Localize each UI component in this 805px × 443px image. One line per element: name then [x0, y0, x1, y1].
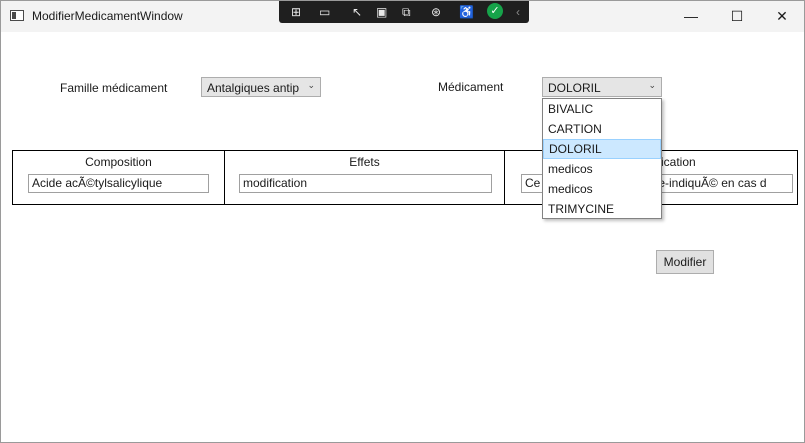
medicament-combobox[interactable]: DOLORIL ⌄ — [542, 77, 662, 97]
chevron-down-icon: ⌄ — [648, 80, 656, 90]
live-visual-tree-icon[interactable]: ⊞ — [291, 4, 301, 20]
debug-toolbar: ⊞ ▭ ↖ ▣ ⧉ ⊛ ♿ ✓ ‹ — [279, 1, 529, 23]
app-window: ModifierMedicamentWindow ⊞ ▭ ↖ ▣ ⧉ ⊛ ♿ ✓… — [0, 0, 805, 443]
famille-combobox[interactable]: Antalgiques antip ⌄ — [201, 77, 321, 97]
collapse-icon[interactable]: ‹ — [516, 4, 520, 20]
chevron-down-icon: ⌄ — [307, 80, 315, 90]
medicament-dropdown-list: BIVALIC CARTION DOLORIL medicos medicos … — [542, 98, 662, 219]
contre-indication-value-end: tre-indiquÃ© en cas d — [651, 176, 767, 190]
window-icon — [10, 10, 24, 21]
dropdown-option-selected[interactable]: DOLORIL — [543, 139, 661, 159]
binding-ok-icon[interactable]: ✓ — [487, 3, 503, 19]
minimize-button[interactable]: — — [668, 1, 714, 32]
contre-indication-header: ication — [661, 155, 696, 169]
maximize-button[interactable]: ☐ — [714, 1, 760, 32]
contre-indication-value-start: Ce — [525, 176, 541, 190]
composition-textbox[interactable]: Acide acÃ©tylsalicylique — [28, 174, 209, 193]
dropdown-option[interactable]: TRIMYCINE — [543, 199, 661, 219]
composition-header: Composition — [85, 155, 152, 169]
accessibility-icon[interactable]: ♿ — [459, 4, 474, 20]
dropdown-option[interactable]: BIVALIC — [543, 99, 661, 119]
medicament-label: Médicament — [438, 80, 504, 94]
famille-combobox-value: Antalgiques antip — [207, 81, 300, 95]
window-title: ModifierMedicamentWindow — [32, 9, 183, 23]
record-icon[interactable]: ▭ — [319, 4, 330, 20]
effets-textbox[interactable]: modification — [239, 174, 492, 193]
close-button[interactable]: ✕ — [759, 1, 805, 32]
track-focus-icon[interactable]: ⧉ — [402, 4, 411, 20]
modifier-button[interactable]: Modifier — [656, 250, 714, 274]
famille-label: Famille médicament — [60, 81, 168, 95]
title-bar[interactable]: ModifierMedicamentWindow ⊞ ▭ ↖ ▣ ⧉ ⊛ ♿ ✓… — [1, 1, 804, 32]
medicament-combobox-value: DOLORIL — [548, 81, 601, 95]
select-element-icon[interactable]: ↖ — [352, 4, 362, 20]
hot-reload-icon[interactable]: ⊛ — [431, 4, 441, 20]
dropdown-option[interactable]: CARTION — [543, 119, 661, 139]
dropdown-option[interactable]: medicos — [543, 179, 661, 199]
effets-header: Effets — [349, 155, 380, 169]
display-layout-adorners-icon[interactable]: ▣ — [376, 4, 387, 20]
dropdown-option[interactable]: medicos — [543, 159, 661, 179]
